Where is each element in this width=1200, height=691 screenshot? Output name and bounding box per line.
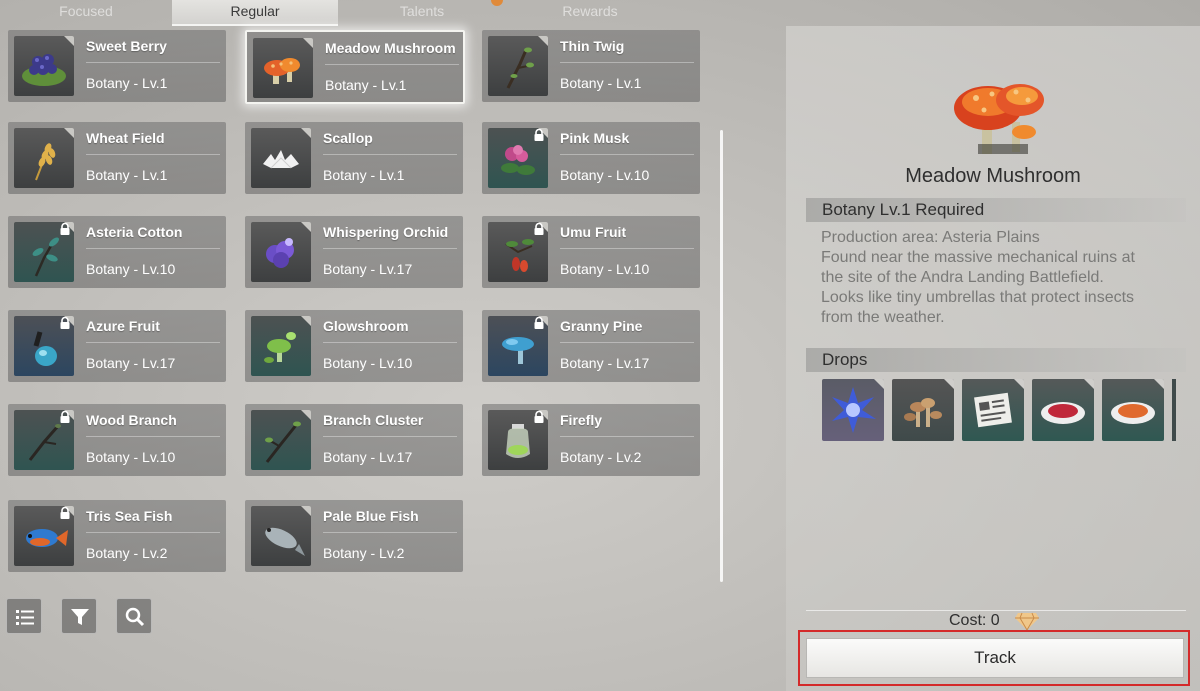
item-card-pale-blue-fish[interactable]: Pale Blue Fish Botany - Lv.2 [245,500,463,572]
lock-icon [534,223,544,235]
item-card-sweet-berry[interactable]: Sweet Berry Botany - Lv.1 [8,30,226,102]
item-card-wood-branch[interactable]: Wood Branch Botany - Lv.10 [8,404,226,476]
item-level: Botany - Lv.10 [86,449,176,465]
item-name: Meadow Mushroom [325,40,456,56]
item-level: Botany - Lv.17 [86,355,176,371]
item-level: Botany - Lv.10 [560,261,650,277]
search-button[interactable] [116,598,152,634]
branch-cluster-icon [251,410,311,470]
lock-icon [60,507,70,519]
orchid-icon [251,222,311,282]
item-level: Botany - Lv.10 [86,261,176,277]
mushroom-icon [954,84,1044,154]
item-card-granny-pine[interactable]: Granny Pine Botany - Lv.17 [482,310,700,382]
mushroom-icon [253,38,313,98]
item-level: Botany - Lv.1 [560,75,642,91]
filter-icon [71,609,89,625]
item-card-whispering-orchid[interactable]: Whispering Orchid Botany - Lv.17 [245,216,463,288]
item-name: Whispering Orchid [323,224,449,240]
item-name: Azure Fruit [86,318,160,334]
description-line: from the weather. [821,309,945,326]
item-level: Botany - Lv.17 [560,355,650,371]
item-name: Pink Musk [560,130,630,146]
description-line: Looks like tiny umbrellas that protect i… [821,289,1135,306]
drop-item[interactable] [962,379,1024,441]
item-name: Granny Pine [560,318,643,334]
item-name: Asteria Cotton [86,224,183,240]
detail-title: Meadow Mushroom [905,165,1081,187]
item-level: Botany - Lv.2 [86,545,168,561]
drops-label: Drops [822,350,868,369]
item-card-scallop[interactable]: Scallop Botany - Lv.1 [245,122,463,194]
item-card-asteria-cotton[interactable]: Asteria Cotton Botany - Lv.10 [8,216,226,288]
item-name: Thin Twig [560,38,625,54]
item-level: Botany - Lv.2 [323,545,405,561]
description-line: Production area: Asteria Plains [821,229,1040,246]
item-card-meadow-mushroom[interactable]: Meadow Mushroom Botany - Lv.1 [245,30,465,104]
item-level: Botany - Lv.17 [323,261,413,277]
item-name: Wood Branch [86,412,177,428]
cost-label: Cost: 0 [949,612,1000,629]
item-card-umu-fruit[interactable]: Umu Fruit Botany - Lv.10 [482,216,700,288]
item-level: Botany - Lv.2 [560,449,642,465]
item-name: Branch Cluster [323,412,424,428]
berry-icon [14,36,74,96]
item-name: Firefly [560,412,603,428]
lock-icon [60,317,70,329]
twig-icon [488,36,548,96]
item-name: Wheat Field [86,130,165,146]
item-level: Botany - Lv.1 [323,167,405,183]
item-grid: Sweet Berry Botany - Lv.1 Meadow Mushroo… [0,0,720,600]
list-icon [16,610,34,625]
list-view-button[interactable] [6,598,42,634]
glowshroom-icon [251,316,311,376]
item-card-firefly[interactable]: Firefly Botany - Lv.2 [482,404,700,476]
item-name: Sweet Berry [86,38,167,54]
track-button[interactable]: Track [806,638,1184,678]
item-level: Botany - Lv.1 [86,167,168,183]
item-card-thin-twig[interactable]: Thin Twig Botany - Lv.1 [482,30,700,102]
requirement-text: Botany Lv.1 Required [822,200,985,219]
lock-icon [534,411,544,423]
item-card-azure-fruit[interactable]: Azure Fruit Botany - Lv.17 [8,310,226,382]
description-line: the site of the Andra Landing Battlefiel… [821,269,1104,286]
gem-icon [1015,612,1039,631]
grid-scrollbar[interactable] [720,130,723,582]
item-name: Umu Fruit [560,224,627,240]
lock-icon [534,129,544,141]
filter-button[interactable] [61,598,97,634]
item-name: Pale Blue Fish [323,508,419,524]
item-name: Scallop [323,130,373,146]
item-name: Tris Sea Fish [86,508,173,524]
lock-icon [60,223,70,235]
item-level: Botany - Lv.1 [325,77,407,93]
pale-fish-icon [251,506,311,566]
item-level: Botany - Lv.17 [323,449,413,465]
item-level: Botany - Lv.10 [323,355,413,371]
item-card-glowshroom[interactable]: Glowshroom Botany - Lv.10 [245,310,463,382]
drop-item-partial [1172,379,1176,441]
item-card-pink-musk[interactable]: Pink Musk Botany - Lv.10 [482,122,700,194]
drop-item[interactable] [1102,379,1164,441]
item-description: Production area: Asteria Plains Found ne… [821,228,1193,328]
search-icon [125,607,145,627]
item-card-tris-sea-fish[interactable]: Tris Sea Fish Botany - Lv.2 [8,500,226,572]
drop-item[interactable] [822,379,884,441]
cost-divider [806,610,1186,611]
item-name: Glowshroom [323,318,409,334]
item-level: Botany - Lv.10 [560,167,650,183]
item-card-wheat-field[interactable]: Wheat Field Botany - Lv.1 [8,122,226,194]
drop-item[interactable] [1032,379,1094,441]
wheat-icon [14,128,74,188]
lock-icon [534,317,544,329]
lock-icon [60,411,70,423]
scallop-icon [251,128,311,188]
description-line: Found near the massive mechanical ruins … [821,249,1135,266]
drop-item[interactable] [892,379,954,441]
item-level: Botany - Lv.1 [86,75,168,91]
item-card-branch-cluster[interactable]: Branch Cluster Botany - Lv.17 [245,404,463,476]
